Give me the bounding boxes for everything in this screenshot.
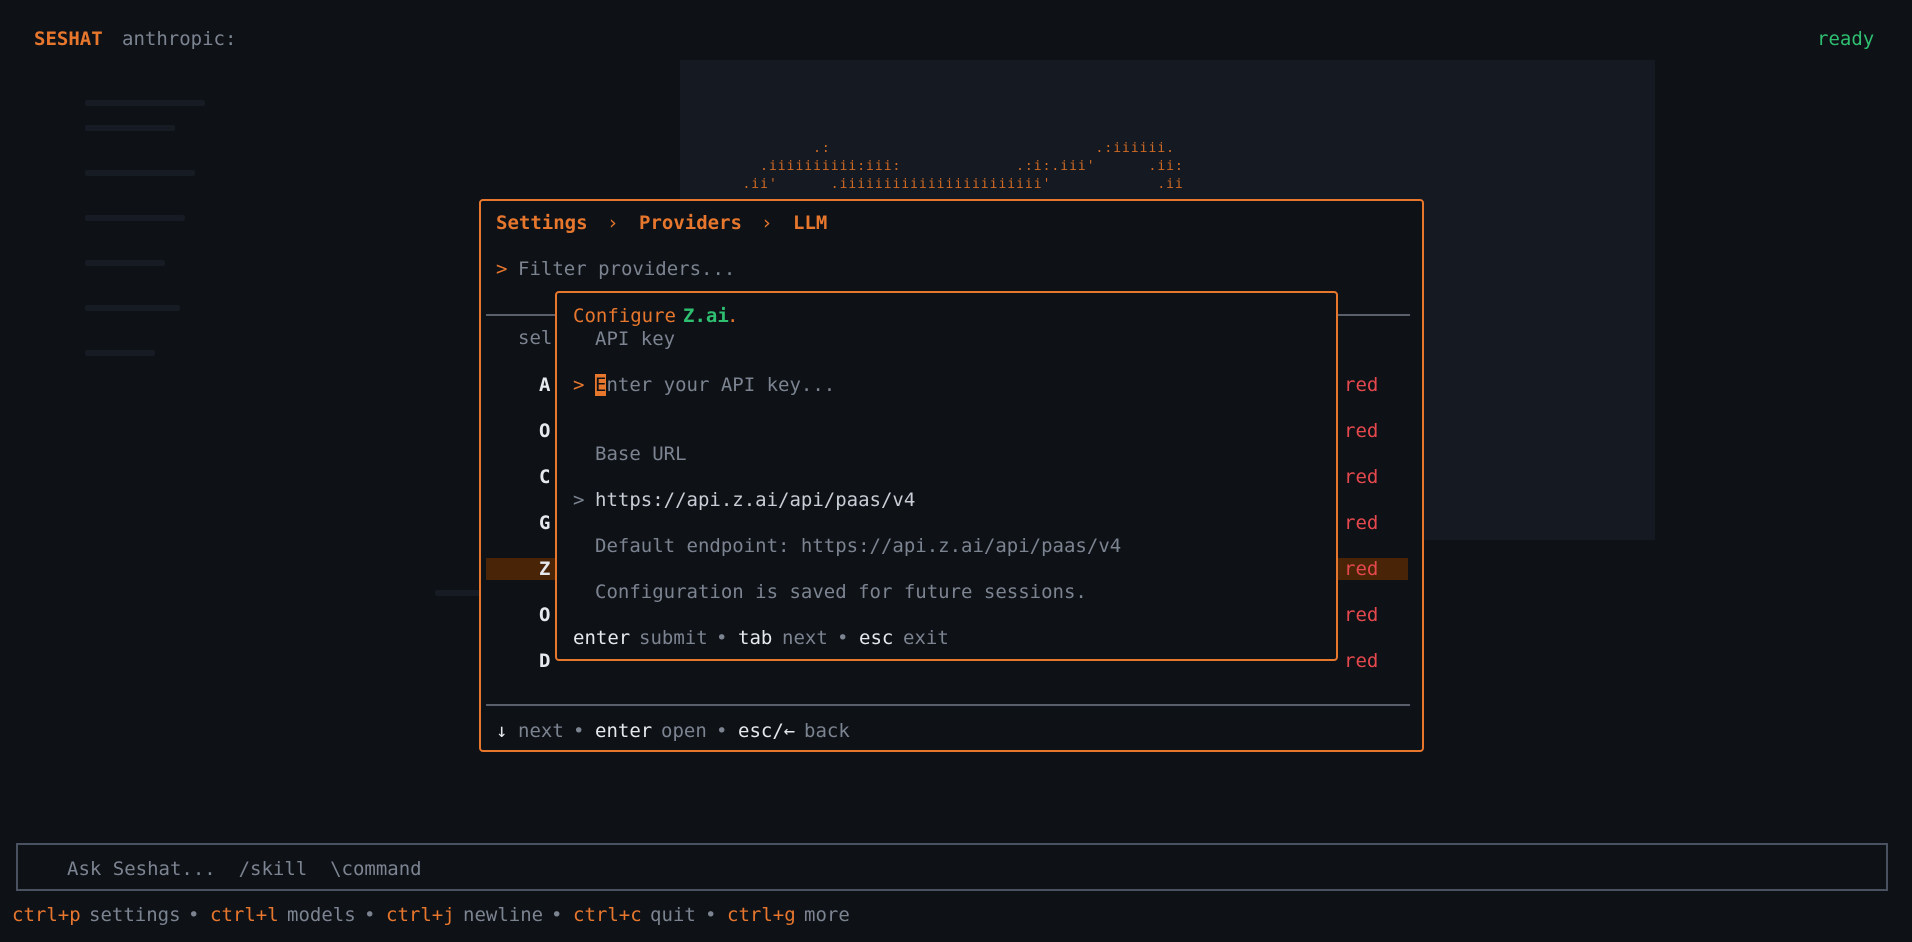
dialog-title-suffix: . (727, 305, 739, 327)
provider-row-initial[interactable]: O (539, 420, 550, 442)
footer-action: open (661, 720, 707, 742)
breadcrumb-settings[interactable]: Settings (496, 212, 588, 234)
api-key-prompt: > (573, 374, 585, 396)
bullet: • (573, 720, 585, 742)
background-line (85, 350, 155, 356)
footer-key: ↓ (496, 720, 508, 742)
background-line (85, 100, 205, 106)
provider-row-initial[interactable]: G (539, 512, 550, 534)
bullet: • (364, 904, 376, 926)
api-key-input[interactable]: Enter your API key... (595, 374, 835, 396)
shortcut-key: ctrl+l (210, 904, 279, 926)
bullet: • (716, 720, 728, 742)
shortcut-action: settings (89, 904, 181, 926)
provider-row-initial[interactable]: O (539, 604, 550, 626)
base-url-prompt: > (573, 489, 585, 511)
filter-providers-input[interactable]: Filter providers... (518, 258, 735, 280)
dialog-provider-name: Z.ai (683, 305, 729, 327)
provider-status: red (1344, 374, 1379, 396)
active-provider: anthropic: (122, 28, 237, 50)
footer-key: enter (595, 720, 653, 742)
bullet: • (188, 904, 200, 926)
provider-status: red (1344, 466, 1379, 488)
hint-key: esc (859, 627, 894, 649)
list-header: sel (518, 327, 553, 349)
saved-note: Configuration is saved for future sessio… (595, 581, 1087, 603)
bullet: • (716, 627, 728, 649)
shortcut-action: models (287, 904, 356, 926)
footer-action: next (518, 720, 564, 742)
app-name: SESHAT (34, 28, 103, 50)
provider-status: red (1344, 650, 1379, 672)
breadcrumb-separator: › (607, 212, 619, 234)
shortcut-key: ctrl+j (386, 904, 455, 926)
text-cursor: E (595, 374, 607, 396)
breadcrumb-llm[interactable]: LLM (793, 212, 827, 234)
default-endpoint-note: Default endpoint: https://api.z.ai/api/p… (595, 535, 1122, 557)
footer-action: back (804, 720, 850, 742)
background-line (85, 260, 165, 266)
shortcut-action: quit (650, 904, 696, 926)
background-line (85, 215, 185, 221)
dialog-title-prefix: Configure (573, 305, 688, 327)
hint-action: submit (639, 627, 708, 649)
shortcut-key: ctrl+g (727, 904, 796, 926)
bullet: • (837, 627, 849, 649)
api-key-placeholder: nter your API key... (606, 374, 836, 396)
base-url-label: Base URL (595, 443, 687, 465)
bullet: • (551, 904, 563, 926)
provider-status: red (1344, 604, 1379, 626)
background-line (85, 170, 195, 176)
api-key-label: API key (595, 328, 676, 350)
breadcrumb-providers[interactable]: Providers (639, 212, 742, 234)
provider-status: red (1344, 420, 1379, 442)
filter-prompt: > (496, 258, 508, 280)
shortcut-action: more (804, 904, 850, 926)
provider-status: red (1344, 558, 1379, 580)
provider-row-initial[interactable]: A (539, 374, 550, 396)
divider (486, 704, 1410, 706)
hint-action: next (782, 627, 828, 649)
base-url-input[interactable]: https://api.z.ai/api/paas/v4 (595, 489, 915, 511)
chat-input[interactable]: Ask Seshat... /skill \command (67, 858, 422, 880)
provider-row-initial[interactable]: Z (539, 558, 550, 580)
shortcut-action: newline (463, 904, 544, 926)
breadcrumb-separator: › (761, 212, 773, 234)
provider-row-initial[interactable]: C (539, 466, 550, 488)
bullet: • (705, 904, 717, 926)
status-indicator: ready (1817, 28, 1875, 50)
hint-key: tab (738, 627, 773, 649)
hint-key: enter (573, 627, 631, 649)
provider-status: red (1344, 512, 1379, 534)
background-line (85, 125, 175, 131)
hint-action: exit (903, 627, 949, 649)
background-line (85, 305, 180, 311)
footer-key: esc/← (738, 720, 796, 742)
shortcut-key: ctrl+c (573, 904, 642, 926)
provider-row-initial[interactable]: D (539, 650, 550, 672)
shortcut-key: ctrl+p (12, 904, 81, 926)
